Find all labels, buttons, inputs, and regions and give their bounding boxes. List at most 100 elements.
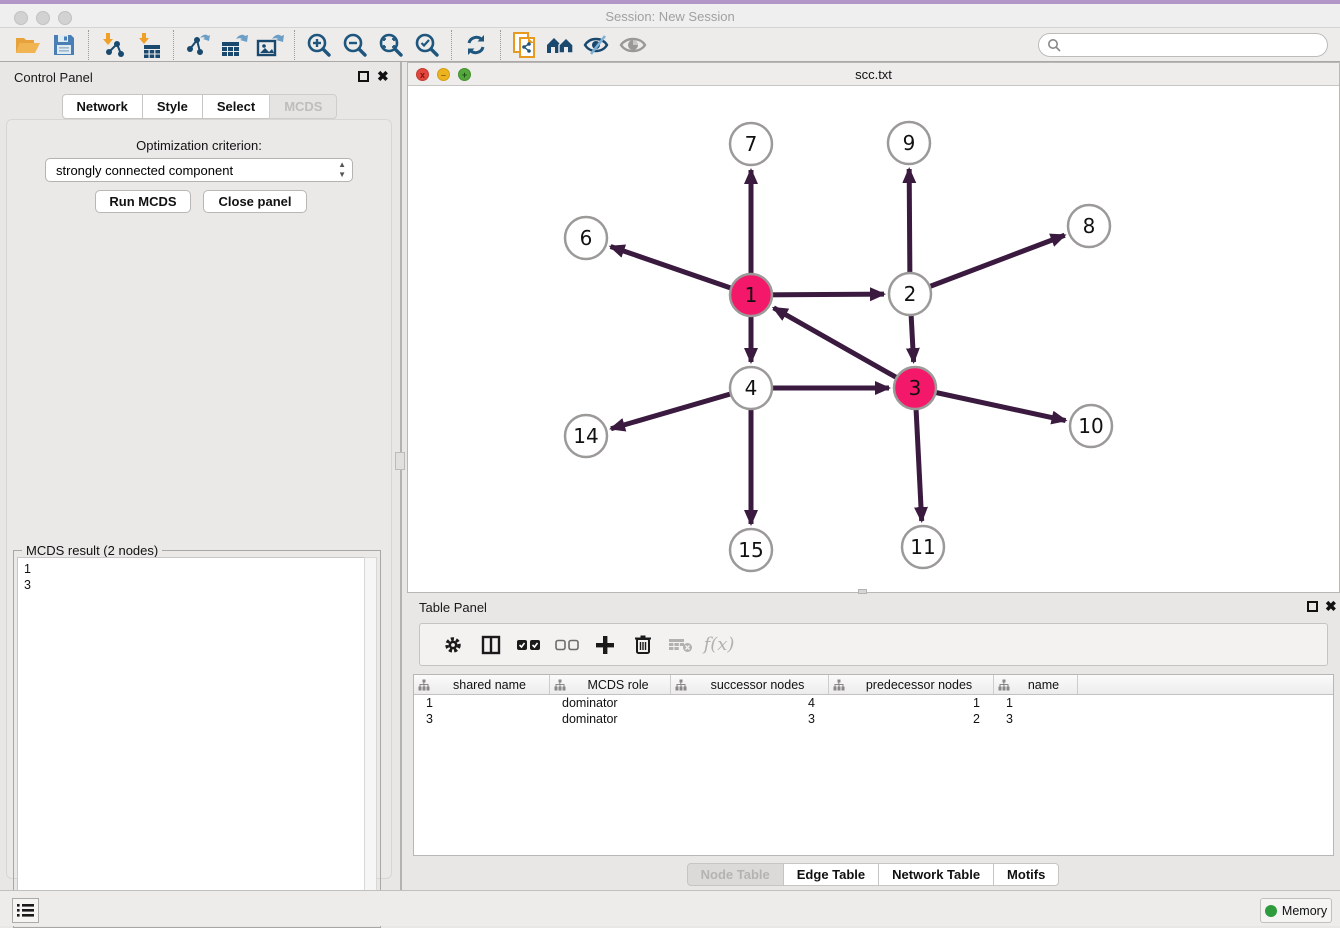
export-table-icon[interactable] [216, 30, 252, 60]
float-panel-icon[interactable] [1307, 601, 1318, 612]
show-columns-icon[interactable] [472, 629, 510, 661]
import-table-icon[interactable] [131, 30, 167, 60]
cell-mcds-role: dominator [550, 711, 671, 727]
hide-selected-icon[interactable] [579, 30, 615, 60]
column-label: MCDS role [566, 678, 670, 692]
vertical-splitter[interactable] [400, 62, 402, 890]
float-panel-icon[interactable] [358, 71, 369, 82]
tab-select[interactable]: Select [202, 94, 270, 119]
edge-1-6[interactable] [611, 246, 751, 295]
first-neighbors-icon[interactable] [543, 30, 579, 60]
table-panel-title: Table Panel [419, 600, 487, 615]
export-image-icon[interactable] [252, 30, 288, 60]
run-mcds-button[interactable]: Run MCDS [95, 190, 191, 213]
import-network-icon[interactable] [95, 30, 131, 60]
cell-successor-nodes: 4 [671, 695, 829, 711]
control-panel-title: Control Panel [14, 70, 93, 85]
node-label-4: 4 [745, 376, 758, 400]
optimization-criterion-select[interactable]: strongly connected component ▲▼ [45, 158, 353, 182]
export-network-icon[interactable] [180, 30, 216, 60]
control-panel: Control Panel ✖ NetworkStyleSelectMCDS O… [0, 62, 400, 890]
vertical-splitter-handle[interactable] [395, 452, 405, 470]
tab-network-table[interactable]: Network Table [878, 863, 994, 886]
app-titlebar: Session: New Session [0, 0, 1340, 28]
toolbar-separator [88, 30, 89, 60]
search-box[interactable] [1038, 33, 1328, 57]
close-panel-icon[interactable]: ✖ [377, 68, 389, 85]
list-icon [17, 903, 34, 918]
delete-table-icon [662, 629, 700, 661]
open-session-icon[interactable] [10, 30, 46, 60]
column-header-shared-name[interactable]: shared name [414, 675, 550, 694]
memory-button[interactable]: Memory [1260, 898, 1332, 923]
zoom-in-icon[interactable] [301, 30, 337, 60]
close-panel-icon[interactable]: ✖ [1325, 598, 1337, 615]
tab-node-table[interactable]: Node Table [687, 863, 784, 886]
column-label: name [1010, 678, 1077, 692]
close-panel-button[interactable]: Close panel [203, 190, 307, 213]
zoom-selected-icon[interactable] [409, 30, 445, 60]
tab-mcds[interactable]: MCDS [269, 94, 337, 119]
table-toolbar: f(x) [419, 623, 1328, 666]
deselect-all-icon[interactable] [548, 629, 586, 661]
edge-2-8[interactable] [910, 235, 1065, 294]
tab-motifs[interactable]: Motifs [993, 863, 1059, 886]
clone-network-icon[interactable] [507, 30, 543, 60]
show-all-icon[interactable] [615, 30, 651, 60]
network-window-title: scc.txt [408, 67, 1339, 82]
table-row[interactable]: 3dominator323 [414, 711, 1333, 727]
table-row[interactable]: 1dominator411 [414, 695, 1333, 711]
network-window-titlebar: x – + scc.txt [408, 63, 1339, 86]
tab-network[interactable]: Network [62, 94, 143, 119]
table-settings-icon[interactable] [434, 629, 472, 661]
cell-shared-name: 1 [414, 695, 550, 711]
toolbar-separator [294, 30, 295, 60]
cell-name: 3 [994, 711, 1078, 727]
select-updown-icon: ▲▼ [338, 160, 346, 180]
add-column-icon[interactable] [586, 629, 624, 661]
column-header-mcds-role[interactable]: MCDS role [550, 675, 671, 694]
network-canvas[interactable]: 1234678910111415 [408, 86, 1339, 592]
zoom-fit-icon[interactable] [373, 30, 409, 60]
window-resize-grip[interactable] [858, 589, 867, 594]
toolbar-separator [173, 30, 174, 60]
column-header-predecessor-nodes[interactable]: predecessor nodes [829, 675, 994, 694]
tab-edge-table[interactable]: Edge Table [783, 863, 879, 886]
column-header-filler [1078, 675, 1333, 694]
column-header-successor-nodes[interactable]: successor nodes [671, 675, 829, 694]
select-all-icon[interactable] [510, 629, 548, 661]
delete-column-icon[interactable] [624, 629, 662, 661]
table-tabs: Node TableEdge TableNetwork TableMotifs [407, 863, 1340, 886]
apply-function-icon: f(x) [700, 629, 738, 661]
table-panel: Table Panel ✖ f(x) shared name MCDS roles… [407, 595, 1340, 890]
mcds-result-text[interactable]: 1 3 [17, 557, 365, 923]
network-view-window: x – + scc.txt 1234678910111415 [407, 62, 1340, 593]
mcds-result-scrollbar[interactable] [364, 557, 377, 923]
node-label-1: 1 [745, 283, 758, 307]
node-label-7: 7 [745, 132, 758, 156]
node-label-15: 15 [738, 538, 763, 562]
control-panel-header: Control Panel ✖ [0, 62, 400, 92]
node-table[interactable]: shared name MCDS rolesuccessor nodes prede… [413, 674, 1334, 856]
node-label-3: 3 [909, 376, 922, 400]
save-session-icon[interactable] [46, 30, 82, 60]
node-label-2: 2 [904, 282, 917, 306]
task-history-button[interactable] [12, 898, 39, 923]
search-input[interactable] [1061, 35, 1327, 55]
edge-3-10[interactable] [915, 388, 1066, 421]
table-body: 1dominator4113dominator323 [414, 695, 1333, 727]
memory-label: Memory [1282, 904, 1327, 918]
cell-mcds-role: dominator [550, 695, 671, 711]
tab-style[interactable]: Style [142, 94, 203, 119]
column-header-name[interactable]: name [994, 675, 1078, 694]
zoom-out-icon[interactable] [337, 30, 373, 60]
edge-3-1[interactable] [774, 308, 915, 388]
toolbar-separator [451, 30, 452, 60]
search-icon [1047, 38, 1061, 52]
optimization-criterion-value: strongly connected component [56, 163, 233, 178]
cell-predecessor-nodes: 1 [829, 695, 994, 711]
refresh-icon[interactable] [458, 30, 494, 60]
column-label: predecessor nodes [845, 678, 993, 692]
memory-status-icon [1265, 905, 1277, 917]
node-label-10: 10 [1078, 414, 1103, 438]
